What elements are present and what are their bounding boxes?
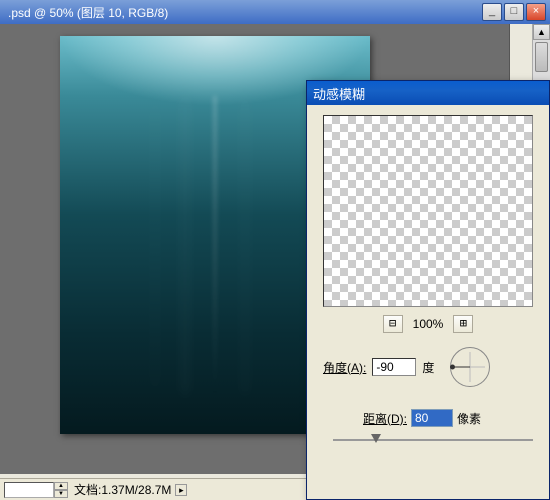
zoom-out-button[interactable]: ⊟ bbox=[383, 315, 403, 333]
window-title: .psd @ 50% (图层 10, RGB/8) bbox=[4, 4, 480, 21]
slider-thumb[interactable] bbox=[371, 434, 381, 443]
status-menu-chevron[interactable]: ▸ bbox=[175, 484, 187, 496]
distance-unit-label: 像素 bbox=[457, 410, 481, 427]
dial-needle bbox=[452, 367, 470, 368]
angle-input[interactable] bbox=[372, 358, 416, 376]
distance-label: 距离(D): bbox=[363, 410, 407, 427]
plus-icon: ⊞ bbox=[460, 316, 467, 330]
distance-input[interactable] bbox=[411, 409, 453, 427]
zoom-up-icon[interactable]: ▲ bbox=[54, 482, 68, 490]
distance-slider[interactable] bbox=[333, 433, 533, 447]
zoom-in-button[interactable]: ⊞ bbox=[453, 315, 473, 333]
angle-unit-label: 度 bbox=[422, 359, 434, 376]
dialog-title-bar[interactable]: 动感模糊 bbox=[307, 81, 549, 105]
zoom-percent-label: 100% bbox=[413, 317, 444, 331]
close-button[interactable]: × bbox=[526, 3, 546, 21]
zoom-stepper[interactable]: ▲ ▼ bbox=[54, 482, 68, 498]
minimize-button[interactable]: _ bbox=[482, 3, 502, 21]
scroll-thumb[interactable] bbox=[535, 42, 548, 72]
doc-size-label: 文档:1.37M/28.7M bbox=[74, 481, 171, 498]
zoom-input[interactable] bbox=[4, 482, 54, 498]
angle-label: 角度(A): bbox=[323, 359, 366, 376]
title-bar[interactable]: .psd @ 50% (图层 10, RGB/8) _ □ × bbox=[0, 0, 550, 24]
document-window: .psd @ 50% (图层 10, RGB/8) _ □ × ▲ ▼ ▲ ▼ … bbox=[0, 0, 550, 500]
transparency-checker bbox=[324, 116, 532, 306]
maximize-button[interactable]: □ bbox=[504, 3, 524, 21]
slider-track bbox=[333, 439, 533, 441]
dialog-title: 动感模糊 bbox=[313, 84, 365, 103]
minus-icon: ⊟ bbox=[389, 316, 396, 330]
dial-axis-v bbox=[470, 352, 471, 382]
motion-blur-dialog: 动感模糊 ⊟ 100% ⊞ 角度(A): 度 bbox=[306, 80, 550, 500]
preview-box[interactable] bbox=[323, 115, 533, 307]
angle-dial[interactable] bbox=[450, 347, 490, 387]
scroll-up-arrow[interactable]: ▲ bbox=[533, 24, 550, 40]
image-content-rays bbox=[213, 96, 217, 396]
zoom-down-icon[interactable]: ▼ bbox=[54, 490, 68, 498]
